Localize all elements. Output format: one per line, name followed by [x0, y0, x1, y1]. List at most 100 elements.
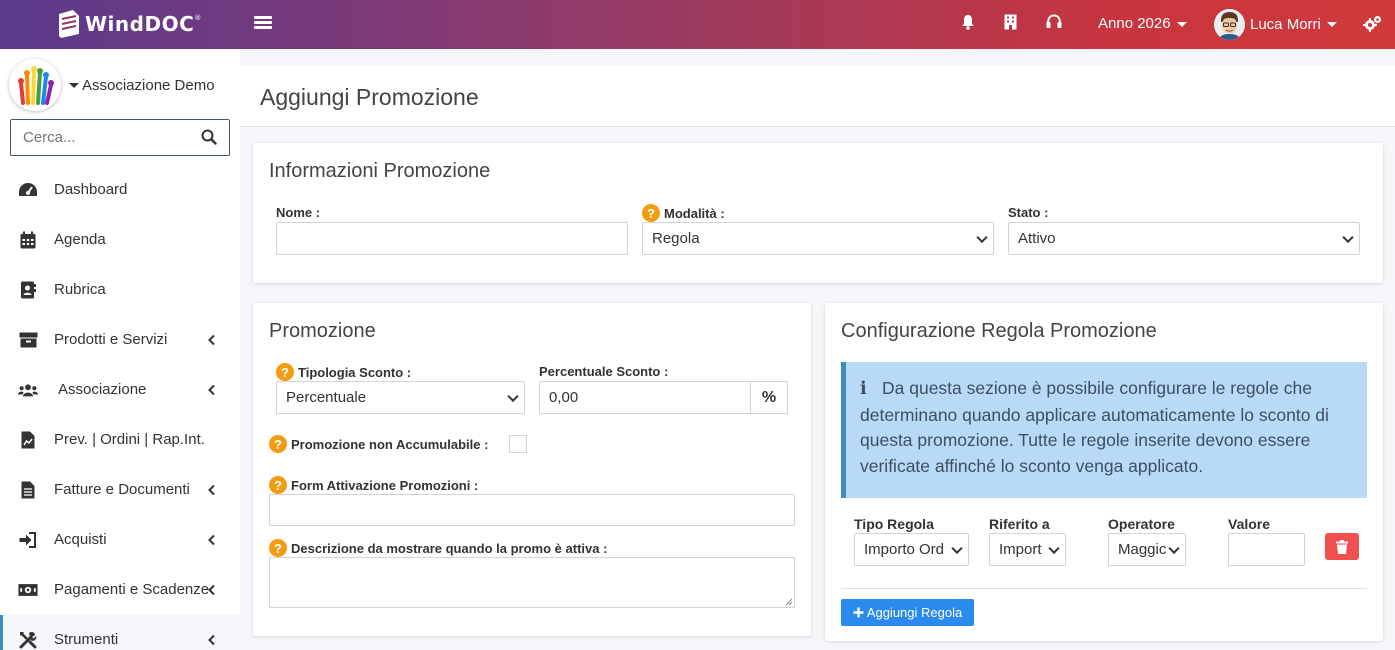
building-icon[interactable] — [1004, 14, 1017, 36]
section-title-regola: Configurazione Regola Promozione — [841, 320, 1157, 342]
help-icon[interactable]: ? — [269, 539, 287, 557]
logo-text: WindDOC — [85, 12, 195, 36]
search-input[interactable] — [11, 120, 191, 155]
sidebar-item-agenda[interactable]: Agenda — [0, 215, 240, 265]
plus-icon — [853, 607, 864, 618]
organization-name: Associazione Demo — [82, 76, 215, 94]
sidebar-item-prodotti-servizi[interactable]: Prodotti e Servizi — [0, 315, 240, 365]
operatore-select[interactable]: Maggic — [1108, 533, 1186, 566]
modalita-select[interactable]: Regola — [642, 222, 994, 255]
info-text: Da questa sezione è possibile configurar… — [860, 378, 1329, 476]
document-chart-icon — [18, 431, 38, 449]
tools-icon — [18, 631, 38, 649]
chevron-left-icon — [208, 384, 215, 396]
descrizione-textarea[interactable] — [269, 557, 795, 608]
sidebar-item-fatture-documenti[interactable]: Fatture e Documenti — [0, 465, 240, 515]
organization-logo — [9, 59, 61, 111]
help-icon[interactable]: ? — [269, 435, 287, 453]
year-selector[interactable]: Anno 2026 — [1098, 15, 1187, 32]
tipologia-sconto-select[interactable]: Percentuale — [276, 381, 525, 414]
sidebar-item-label: Dashboard — [54, 181, 128, 198]
sidebar: Associazione Demo Dashboard Agenda Rubri… — [0, 49, 240, 650]
app-logo[interactable]: WindDOC® — [57, 9, 202, 39]
descrizione-label: Descrizione da mostrare quando la promo … — [291, 540, 608, 556]
headset-icon[interactable] — [1046, 14, 1062, 35]
top-navbar: WindDOC® Anno 2026 Luca Morri — [0, 0, 1395, 49]
tipologia-label: Tipologia Sconto : — [298, 364, 412, 380]
sidebar-item-acquisti[interactable]: Acquisti — [0, 515, 240, 565]
bell-icon[interactable] — [961, 14, 975, 36]
delete-rule-button[interactable] — [1325, 533, 1359, 560]
valore-input[interactable] — [1228, 533, 1305, 566]
percentuale-sconto-input[interactable]: 0,00 — [539, 381, 751, 414]
form-attivazione-label: Form Attivazione Promozioni : — [291, 477, 479, 493]
add-rule-button[interactable]: Aggiungi Regola — [841, 599, 974, 626]
percentuale-label: Percentuale Sconto : — [539, 364, 669, 379]
help-icon[interactable]: ? — [269, 476, 287, 494]
trash-icon — [1336, 539, 1348, 554]
chevron-down-icon — [1326, 22, 1337, 27]
nome-label: Nome : — [276, 205, 321, 220]
sidebar-item-rubrica[interactable]: Rubrica — [0, 265, 240, 315]
address-book-icon — [18, 281, 38, 299]
logo-doc-icon — [59, 10, 79, 38]
descrizione-label-group: ? Descrizione da mostrare quando la promo… — [269, 539, 607, 557]
sidebar-item-label: Strumenti — [54, 631, 119, 648]
sidebar-item-dashboard[interactable]: Dashboard — [0, 165, 240, 215]
dashboard-icon — [18, 181, 38, 199]
chevron-left-icon — [208, 584, 215, 596]
nome-field[interactable] — [276, 222, 628, 255]
sidebar-search — [10, 119, 230, 156]
money-icon — [18, 581, 38, 599]
file-icon — [18, 481, 38, 499]
avatar — [1214, 9, 1245, 40]
chevron-left-icon — [208, 334, 215, 346]
sidebar-item-strumenti[interactable]: Strumenti — [0, 615, 240, 650]
col-tipo-regola: Tipo Regola — [854, 516, 934, 532]
col-riferito-a: Riferito a — [989, 516, 1050, 532]
box-icon — [18, 331, 38, 349]
users-icon — [18, 381, 38, 399]
sidebar-item-pagamenti-scadenze[interactable]: Pagamenti e Scadenze — [0, 565, 240, 615]
calendar-icon — [18, 231, 38, 249]
tipo-regola-select[interactable]: Importo Ord — [854, 533, 969, 566]
info-callout: i Da questa sezione è possibile configura… — [841, 362, 1367, 498]
chevron-down-icon — [1176, 21, 1187, 27]
sidebar-item-label: Rubrica — [54, 281, 106, 298]
col-operatore: Operatore — [1108, 516, 1175, 532]
help-icon[interactable]: ? — [642, 204, 660, 222]
settings-icon[interactable] — [1363, 15, 1382, 38]
stato-select[interactable]: Attivo — [1008, 222, 1360, 255]
menu-toggle-icon[interactable] — [254, 14, 272, 34]
user-name: Luca Morri — [1250, 16, 1321, 33]
resize-handle-icon[interactable] — [785, 598, 793, 606]
sidebar-item-label: Associazione — [58, 381, 147, 398]
non-accumulabile-checkbox[interactable] — [509, 435, 527, 453]
sidebar-item-label: Fatture e Documenti — [54, 481, 190, 498]
percent-addon: % — [750, 381, 788, 414]
chevron-left-icon — [208, 484, 215, 496]
help-icon[interactable]: ? — [276, 363, 294, 381]
sidebar-item-label: Prev. | Ordini | Rap.Int. — [54, 431, 205, 448]
form-attivazione-input[interactable] — [269, 494, 795, 526]
tipologia-label-group: ? Tipologia Sconto : — [276, 363, 411, 381]
search-icon[interactable] — [201, 129, 217, 150]
chevron-left-icon — [208, 634, 215, 646]
section-title-promozione: Promozione — [269, 320, 376, 342]
year-label: Anno 2026 — [1098, 15, 1171, 32]
modalita-label-group: ? Modalità : — [642, 204, 725, 222]
sidebar-item-associazione[interactable]: Associazione — [0, 365, 240, 415]
riferito-a-select[interactable]: Import — [989, 533, 1066, 566]
caret-down-icon — [69, 83, 79, 89]
sidebar-item-label: Prodotti e Servizi — [54, 331, 168, 348]
page-title: Aggiungi Promozione — [260, 84, 479, 110]
user-menu[interactable]: Luca Morri — [1214, 9, 1337, 40]
sign-in-icon — [18, 531, 38, 549]
sidebar-item-preventivi-ordini[interactable]: Prev. | Ordini | Rap.Int. — [0, 415, 240, 465]
info-icon: i — [860, 379, 867, 399]
organization-selector[interactable]: Associazione Demo — [9, 59, 215, 111]
sidebar-item-label: Pagamenti e Scadenze — [54, 581, 210, 598]
logo-registered-mark: ® — [194, 14, 202, 22]
stato-label: Stato : — [1008, 205, 1049, 220]
modalita-label: Modalità : — [664, 205, 725, 221]
